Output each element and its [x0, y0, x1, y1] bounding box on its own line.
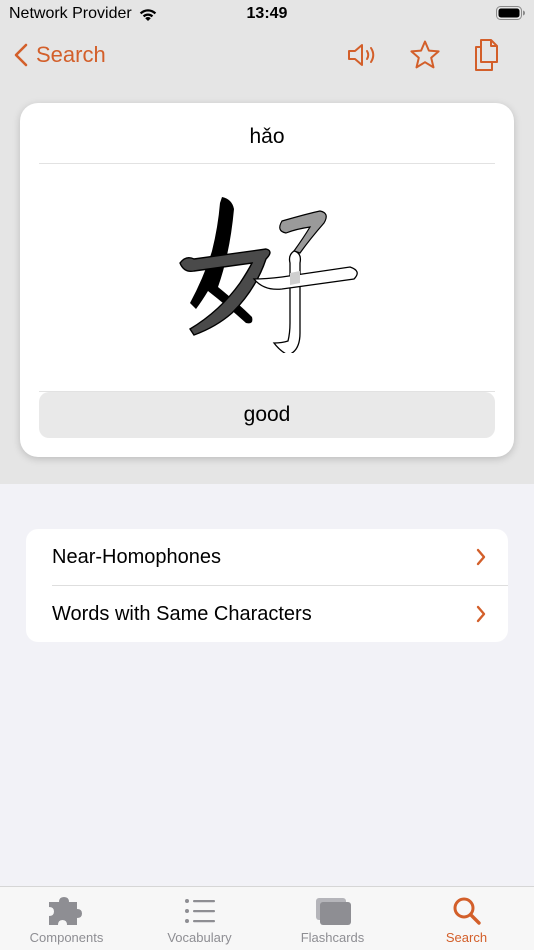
chevron-right-icon [476, 548, 486, 566]
character-card: hǎo good [20, 103, 514, 457]
favorite-button[interactable] [407, 37, 443, 73]
status-time: 13:49 [246, 5, 288, 22]
character-glyph [179, 197, 358, 356]
list-item-near-homophones[interactable]: Near-Homophones [26, 529, 508, 585]
chevron-left-icon [14, 43, 28, 67]
back-button[interactable]: Search [14, 38, 106, 72]
copy-button[interactable] [469, 37, 505, 73]
card-divider-top [39, 163, 495, 164]
related-list: Near-Homophones Words with Same Characte… [26, 529, 508, 642]
tab-label: Search [445, 930, 488, 945]
status-bar: Network Provider 13:49 [0, 0, 534, 30]
meaning-box: good [39, 392, 495, 438]
pinyin-label: hǎo [249, 125, 285, 148]
back-button-label: Search [36, 42, 106, 67]
star-icon [410, 40, 440, 69]
battery-icon [496, 6, 526, 25]
tab-vocabulary[interactable]: Vocabulary [133, 887, 266, 950]
navigation-bar: Search [0, 30, 534, 80]
list-item-label: Near-Homophones [52, 545, 221, 568]
search-icon [453, 897, 481, 925]
stroke-order-character[interactable] [170, 193, 360, 356]
tab-components[interactable]: Components [0, 887, 133, 950]
cards-icon [315, 898, 351, 925]
meaning-label: good [243, 403, 291, 426]
speaker-icon [348, 44, 375, 66]
tab-label: Flashcards [300, 930, 365, 945]
tab-bar: Components Vocabulary Flashcards Search [0, 886, 534, 950]
tab-flashcards[interactable]: Flashcards [266, 887, 399, 950]
tab-search[interactable]: Search [400, 887, 533, 950]
list-item-label: Words with Same Characters [52, 602, 312, 625]
speaker-button[interactable] [345, 37, 381, 73]
chevron-right-icon [476, 605, 486, 623]
tab-label: Components [29, 930, 104, 945]
tab-label: Vocabulary [167, 930, 232, 945]
list-item-words-same-characters[interactable]: Words with Same Characters [26, 586, 508, 642]
puzzle-icon [48, 897, 82, 925]
list-icon [184, 899, 215, 923]
copy-icon [475, 39, 498, 71]
